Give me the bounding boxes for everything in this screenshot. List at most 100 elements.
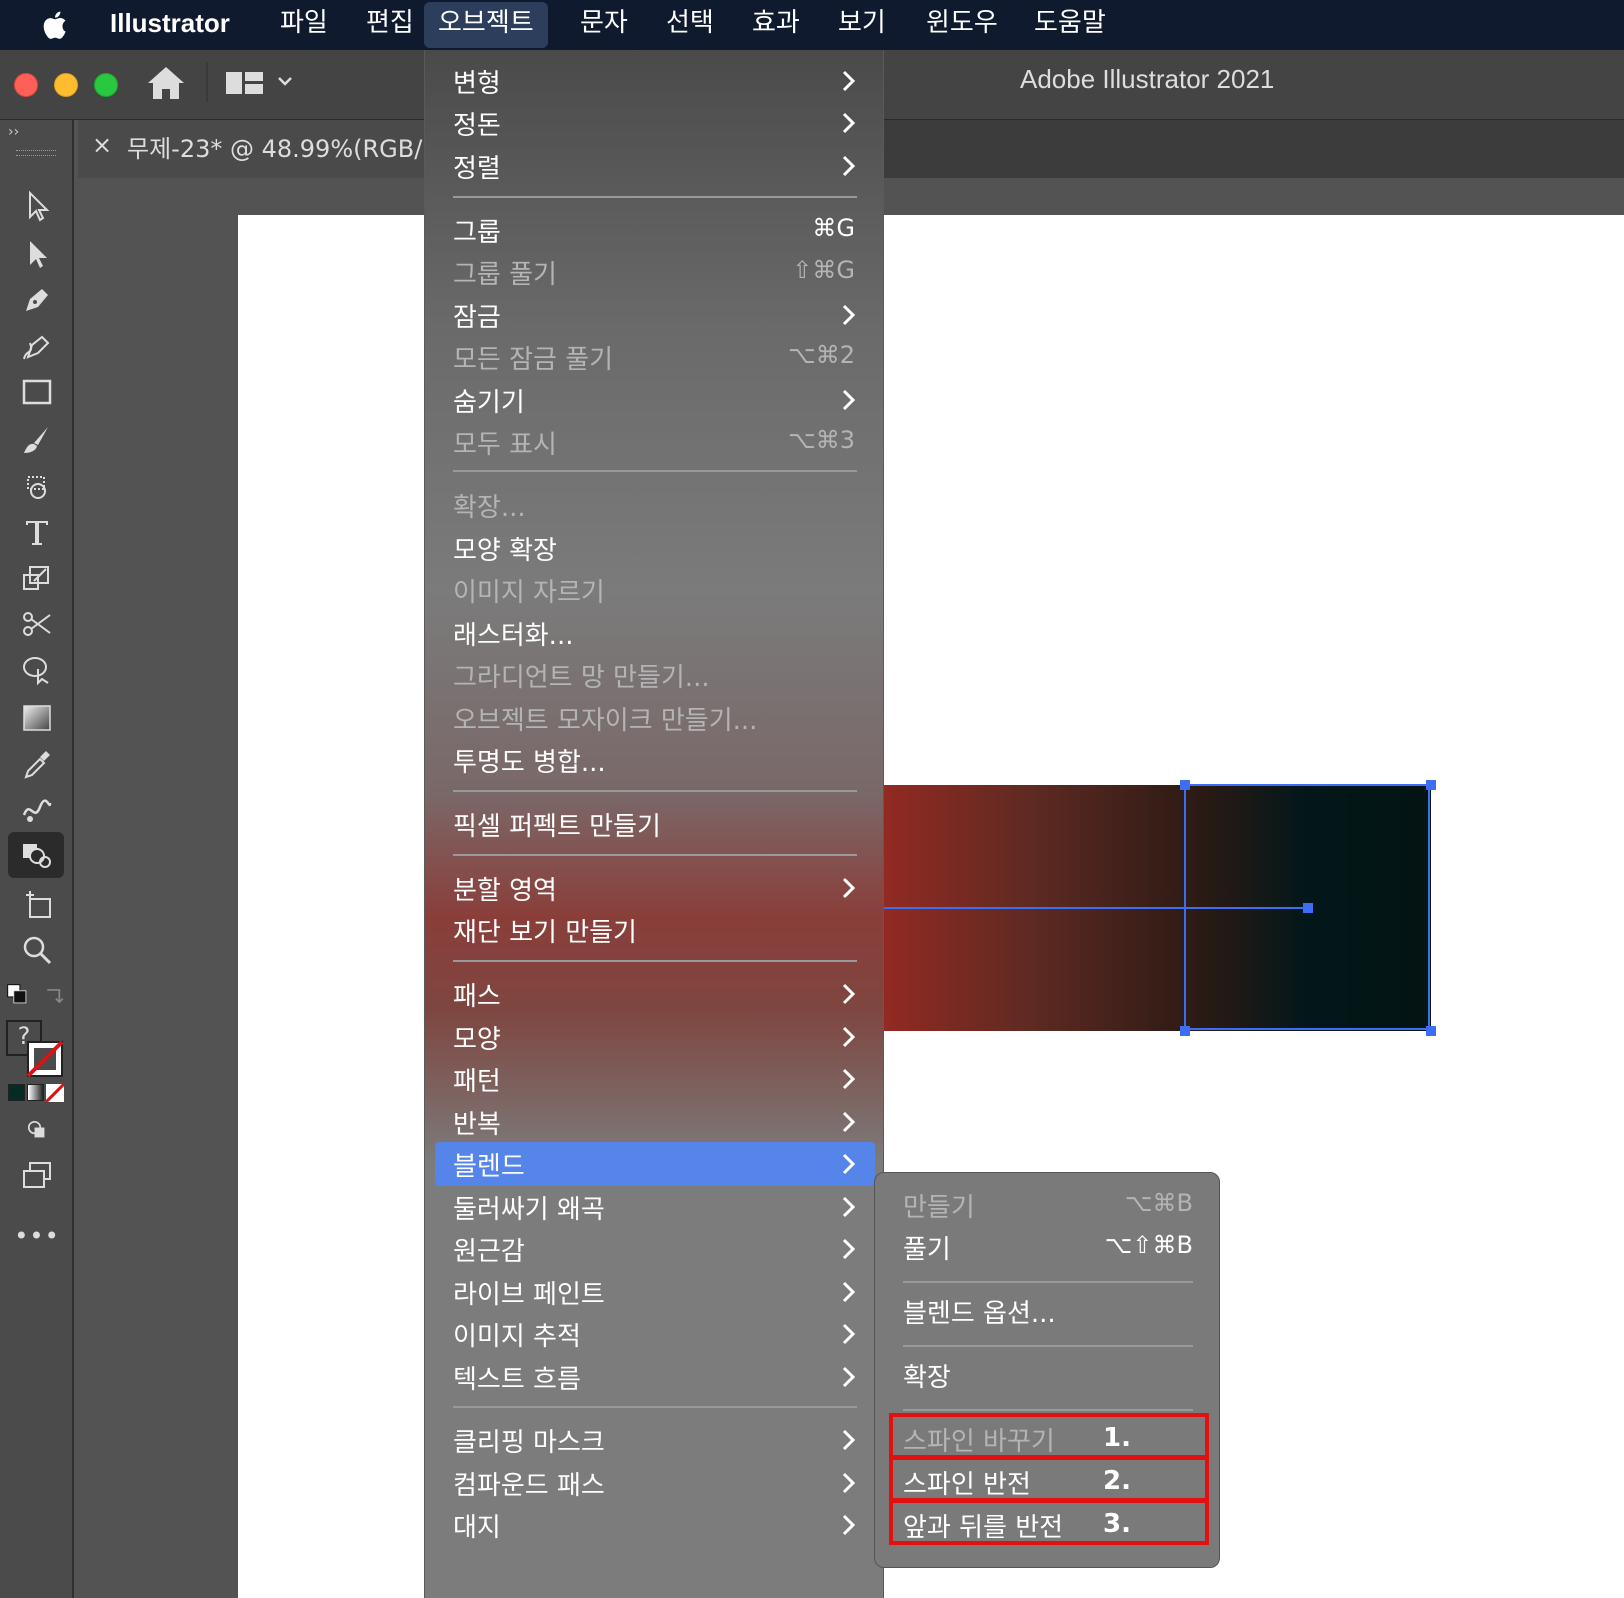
object-menu-item[interactable]: 컴파운드 패스 [425, 1461, 885, 1505]
workspace-layout-icon[interactable] [225, 70, 265, 96]
menu-item-label: 블렌드 [453, 1152, 525, 1182]
stroke-none-swatch[interactable] [26, 1040, 64, 1078]
blend-submenu-item[interactable]: 스파인 반전 2. [875, 1460, 1221, 1504]
type-tool-icon[interactable] [14, 512, 60, 552]
object-menu-item[interactable]: 텍스트 흐름 [425, 1355, 885, 1399]
chevron-right-icon [841, 111, 857, 135]
puppet-warp-tool-icon[interactable] [14, 650, 60, 690]
chevron-right-icon [841, 1428, 857, 1452]
object-menu-item[interactable]: 투명도 병합... [425, 738, 885, 782]
close-window-button[interactable] [14, 73, 38, 97]
collapse-panel-icon[interactable]: ›› [8, 124, 19, 140]
object-menu-item[interactable]: 재단 보기 만들기 [425, 908, 885, 952]
selection-handle[interactable] [1426, 780, 1436, 790]
object-menu-item[interactable]: 패스 [425, 972, 885, 1016]
blend-submenu-item[interactable]: 확장 [875, 1353, 1221, 1397]
selection-handle[interactable] [1426, 1026, 1436, 1036]
menu-effect[interactable]: 효과 [738, 0, 814, 50]
menu-item-label: 정렬 [453, 154, 501, 184]
object-menu-item[interactable]: 반복 [425, 1100, 885, 1144]
selection-tool-icon[interactable] [14, 186, 60, 226]
object-menu-item[interactable]: 대지 [425, 1503, 885, 1547]
curvature-tool-icon[interactable] [14, 326, 60, 366]
object-menu-item[interactable]: 클리핑 마스크 [425, 1418, 885, 1462]
object-menu-item[interactable]: 래스터화... [425, 611, 885, 655]
selection-handle[interactable] [1180, 780, 1190, 790]
menu-type[interactable]: 문자 [566, 0, 642, 50]
fill-stroke-swatch[interactable]: ? [6, 1020, 66, 1080]
default-fill-stroke-icon[interactable] [4, 976, 34, 1016]
scale-tool-icon[interactable] [14, 558, 60, 598]
object-menu-item[interactable]: 분할 영역 [425, 866, 885, 910]
menu-item-label: 분할 영역 [453, 876, 557, 906]
screen-mode-icon[interactable] [14, 1156, 60, 1196]
menu-app-name[interactable]: Illustrator [96, 0, 244, 50]
zoom-tool-icon[interactable] [14, 930, 60, 970]
object-menu-item: 모든 잠금 풀기 ⌥⌘2 [425, 335, 885, 379]
object-menu-item[interactable]: 잠금 [425, 293, 885, 337]
color-button[interactable] [8, 1084, 25, 1101]
paintbrush-tool-icon[interactable] [14, 420, 60, 460]
document-tab-title[interactable]: 무제-23* @ 48.99%(RGB/미 [127, 129, 427, 164]
object-menu-item[interactable]: 모양 [425, 1015, 885, 1059]
object-menu-item[interactable]: 정돈 [425, 101, 885, 145]
object-menu-item[interactable]: 둘러싸기 왜곡 [425, 1185, 885, 1229]
object-menu-item[interactable]: 블렌드 [435, 1142, 875, 1186]
menu-item-shortcut: ⌥⌘B [1124, 1189, 1193, 1217]
blend-submenu: 만들기 ⌥⌘B 풀기 ⌥⇧⌘B 블렌드 옵션... 확장 스파인 바꾸기 1. 스파인 반전 2.… [874, 1172, 1220, 1568]
menu-view[interactable]: 보기 [824, 0, 900, 50]
object-menu-item[interactable]: 원근감 [425, 1227, 885, 1271]
menu-item-label: 확장... [453, 493, 526, 523]
gradient-tool-icon[interactable] [14, 698, 60, 738]
menu-file[interactable]: 파일 [266, 0, 342, 50]
blend-tool-icon[interactable] [14, 790, 60, 830]
pen-tool-icon[interactable] [14, 280, 60, 320]
menu-object[interactable]: 오브젝트 [424, 2, 548, 48]
color-mode-buttons[interactable] [8, 1084, 64, 1102]
blend-submenu-item[interactable]: 앞과 뒤를 반전 3. [875, 1503, 1221, 1547]
menu-select[interactable]: 선택 [652, 0, 728, 50]
menu-item-label: 그룹 [453, 218, 501, 248]
menu-edit[interactable]: 편집 [352, 0, 428, 50]
chevron-right-icon [841, 1110, 857, 1134]
eyedropper-tool-icon[interactable] [14, 744, 60, 784]
symbol-sprayer-tool-icon[interactable] [8, 832, 64, 878]
home-icon[interactable] [146, 64, 186, 102]
menu-item-label: 그룹 풀기 [453, 260, 557, 290]
object-menu-item: 그라디언트 망 만들기... [425, 653, 885, 697]
scissors-tool-icon[interactable] [14, 604, 60, 644]
object-menu-item[interactable]: 패턴 [425, 1057, 885, 1101]
object-menu-item[interactable]: 모양 확장 [425, 526, 885, 570]
panel-grip[interactable] [16, 150, 56, 156]
gradient-button[interactable] [27, 1084, 44, 1101]
chevron-down-icon[interactable] [276, 72, 294, 90]
object-menu-item: 이미지 자르기 [425, 568, 885, 612]
object-menu-item[interactable]: 정렬 [425, 144, 885, 188]
close-tab-button[interactable]: × [92, 131, 112, 159]
rectangle-tool-icon[interactable] [14, 372, 60, 412]
draw-mode-icon[interactable] [14, 1110, 60, 1150]
object-menu-item[interactable]: 라이브 페인트 [425, 1270, 885, 1314]
direct-selection-tool-icon[interactable] [14, 234, 60, 274]
swap-fill-stroke-icon[interactable] [40, 976, 70, 1016]
blend-submenu-item[interactable]: 풀기 ⌥⇧⌘B [875, 1225, 1221, 1269]
menu-window[interactable]: 윈도우 [912, 0, 1012, 50]
object-menu-item[interactable]: 변형 [425, 59, 885, 103]
none-button[interactable] [46, 1084, 64, 1102]
object-menu-item[interactable]: 그룹 ⌘G [425, 208, 885, 252]
apple-icon[interactable] [38, 8, 68, 42]
selection-handle[interactable] [1180, 1026, 1190, 1036]
object-menu-item[interactable]: 이미지 추적 [425, 1312, 885, 1356]
shape-builder-tool-icon[interactable] [14, 466, 60, 506]
object-menu-item[interactable]: 픽셀 퍼펙트 만들기 [425, 802, 885, 846]
menu-item-label: 패턴 [453, 1067, 501, 1097]
zoom-window-button[interactable] [94, 73, 118, 97]
spine-anchor-point[interactable] [1303, 903, 1313, 913]
blend-spine[interactable] [860, 907, 1308, 909]
minimize-window-button[interactable] [54, 73, 78, 97]
artboard-tool-icon[interactable] [14, 884, 60, 924]
menu-help[interactable]: 도움말 [1020, 0, 1120, 50]
more-tools-icon[interactable]: ••• [14, 1216, 60, 1256]
blend-submenu-item[interactable]: 블렌드 옵션... [875, 1289, 1221, 1333]
object-menu-item[interactable]: 숨기기 [425, 378, 885, 422]
